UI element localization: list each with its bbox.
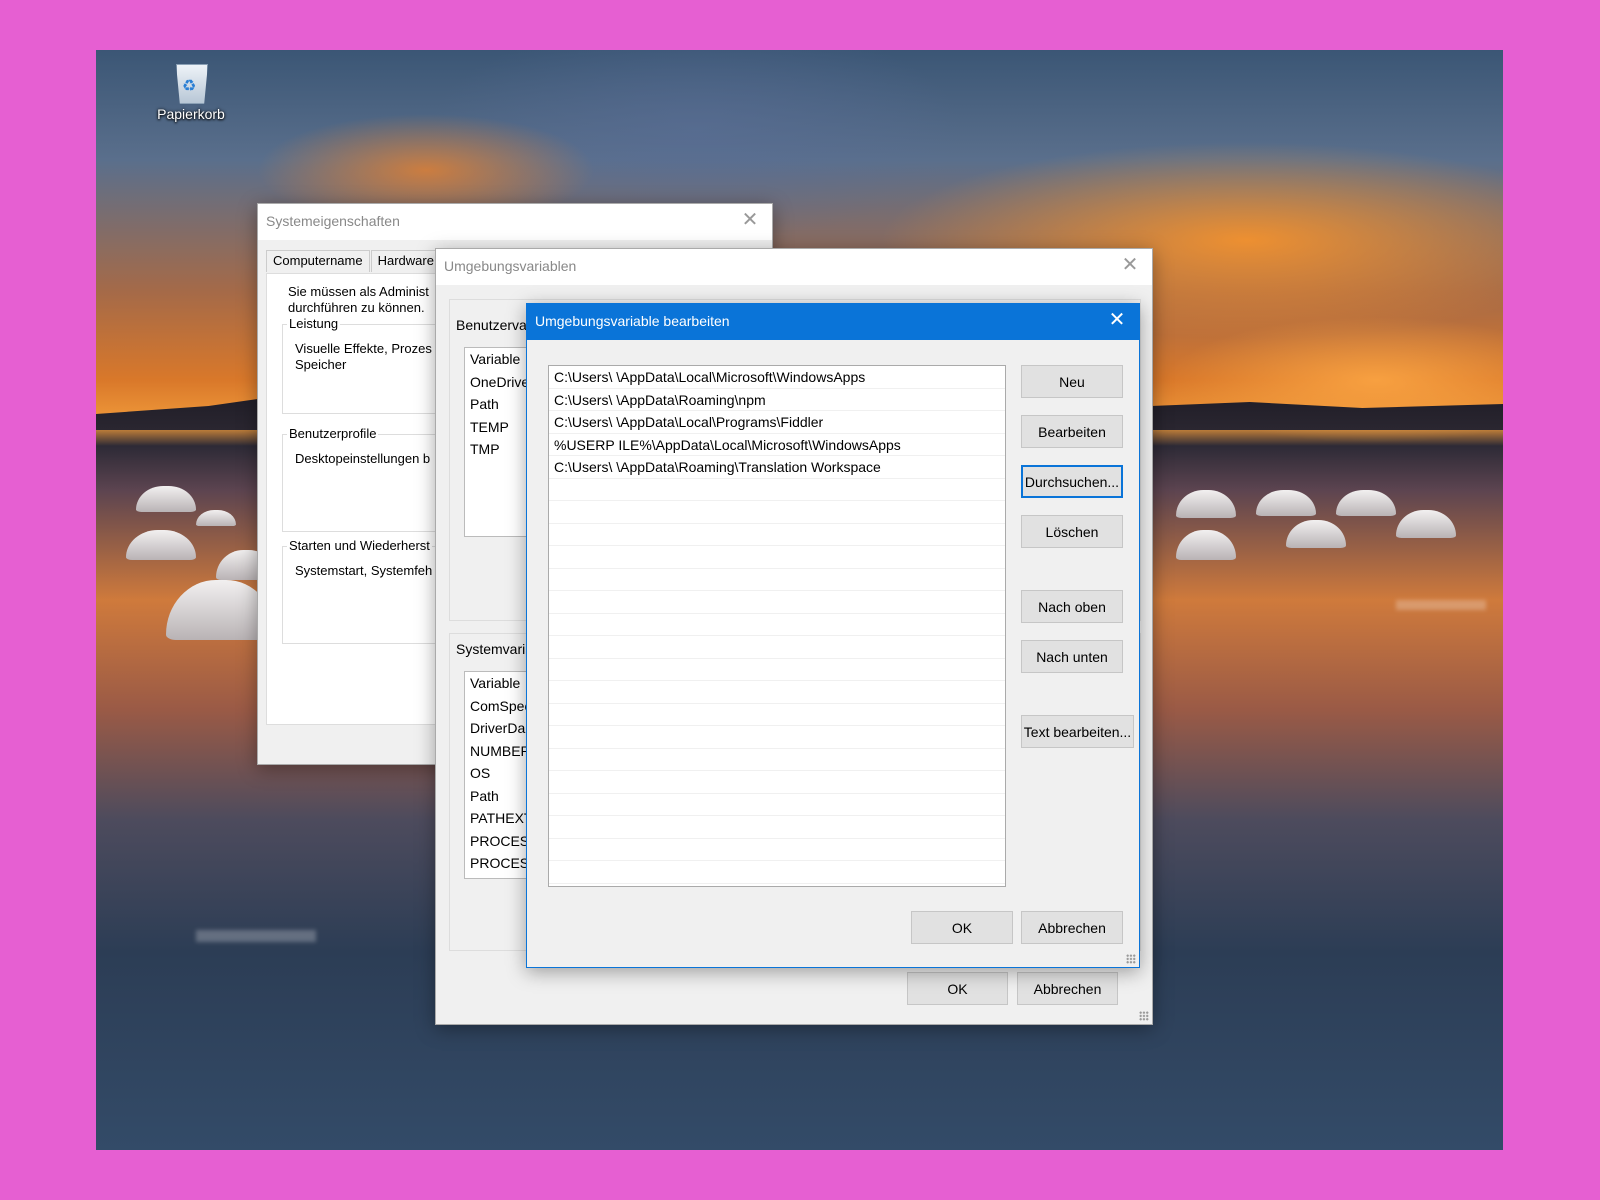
- empty-row[interactable]: [549, 479, 1005, 501]
- resize-grip-icon[interactable]: [1139, 1011, 1149, 1021]
- salt-mound: [1336, 490, 1396, 516]
- empty-row[interactable]: [549, 749, 1005, 771]
- tab-bar: Computername Hardware: [266, 250, 442, 272]
- salt-mound: [196, 510, 236, 526]
- title-bar: Systemeigenschaften ✕: [258, 204, 772, 240]
- path-entries-list[interactable]: C:\Users\ \AppData\Local\Microsoft\Windo…: [548, 365, 1006, 887]
- window-title: Systemeigenschaften: [266, 213, 400, 229]
- admin-note: Sie müssen als Administ: [288, 284, 429, 299]
- title-bar: Umgebungsvariablen ✕: [436, 249, 1152, 285]
- move-up-button[interactable]: Nach oben: [1021, 590, 1123, 623]
- salt-reflection: [1396, 600, 1486, 610]
- empty-row[interactable]: [549, 704, 1005, 726]
- close-icon[interactable]: ✕: [1120, 255, 1140, 275]
- delete-button[interactable]: Löschen: [1021, 515, 1123, 548]
- empty-row[interactable]: [549, 591, 1005, 614]
- new-button[interactable]: Neu: [1021, 365, 1123, 398]
- empty-row[interactable]: [549, 839, 1005, 861]
- tab-hardware[interactable]: Hardware: [370, 250, 441, 272]
- group-text: Visuelle Effekte, Prozes: [295, 341, 432, 356]
- empty-row[interactable]: [549, 546, 1005, 569]
- ok-button[interactable]: OK: [911, 911, 1013, 944]
- salt-mound: [1286, 520, 1346, 548]
- empty-row[interactable]: [549, 636, 1005, 659]
- empty-row[interactable]: [549, 861, 1005, 884]
- browse-button[interactable]: Durchsuchen...: [1021, 465, 1123, 498]
- empty-row[interactable]: [549, 659, 1005, 681]
- empty-row[interactable]: [549, 681, 1005, 704]
- recycle-bin-icon: ♻: [170, 56, 212, 104]
- group-label: Leistung: [287, 316, 341, 331]
- title-bar: Umgebungsvariable bearbeiten ✕: [527, 304, 1139, 340]
- tab-computername[interactable]: Computername: [266, 250, 370, 272]
- admin-note: durchführen zu können.: [288, 300, 425, 315]
- salt-mound: [1176, 490, 1236, 518]
- close-icon[interactable]: ✕: [740, 210, 760, 230]
- system-vars-label: Systemvari: [456, 641, 526, 657]
- empty-row[interactable]: [549, 816, 1005, 839]
- close-icon[interactable]: ✕: [1107, 310, 1127, 330]
- group-text: Systemstart, Systemfeh: [295, 563, 433, 578]
- dialog-title: Umgebungsvariable bearbeiten: [535, 313, 730, 329]
- group-text: Speicher: [295, 357, 347, 372]
- recycle-bin-shortcut[interactable]: ♻ Papierkorb: [136, 56, 246, 122]
- recycle-bin-label: Papierkorb: [157, 106, 225, 122]
- path-entry[interactable]: C:\Users\ \AppData\Local\Programs\Fiddle…: [549, 411, 1005, 434]
- resize-grip-icon[interactable]: [1126, 954, 1136, 964]
- empty-row[interactable]: [549, 524, 1005, 546]
- cancel-button[interactable]: Abbrechen: [1017, 972, 1118, 1005]
- empty-row[interactable]: [549, 726, 1005, 749]
- path-entry[interactable]: C:\Users\ \AppData\Roaming\npm: [549, 389, 1005, 411]
- salt-mound: [136, 486, 196, 512]
- move-down-button[interactable]: Nach unten: [1021, 640, 1123, 673]
- empty-row[interactable]: [549, 501, 1005, 524]
- edit-environment-variable-dialog: Umgebungsvariable bearbeiten ✕ C:\Users\…: [526, 303, 1140, 968]
- salt-mound: [1256, 490, 1316, 516]
- group-text: Desktopeinstellungen b: [295, 451, 431, 466]
- salt-reflection: [196, 930, 316, 942]
- group-label: Starten und Wiederherst: [287, 538, 432, 553]
- path-entry[interactable]: %USERP ILE%\AppData\Local\Microsoft\Wind…: [549, 434, 1005, 456]
- path-entry[interactable]: C:\Users\ \AppData\Roaming\Translation W…: [549, 456, 1005, 479]
- user-vars-label: Benutzerva: [456, 317, 527, 333]
- ok-button[interactable]: OK: [907, 972, 1008, 1005]
- empty-row[interactable]: [549, 771, 1005, 794]
- salt-mound: [1396, 510, 1456, 538]
- salt-mound: [126, 530, 196, 560]
- edit-text-button[interactable]: Text bearbeiten...: [1021, 715, 1134, 748]
- group-label: Benutzerprofile: [287, 426, 379, 441]
- window-title: Umgebungsvariablen: [444, 258, 577, 274]
- path-entry[interactable]: C:\Users\ \AppData\Local\Microsoft\Windo…: [549, 366, 1005, 389]
- empty-row[interactable]: [549, 569, 1005, 591]
- salt-mound: [1176, 530, 1236, 560]
- edit-button[interactable]: Bearbeiten: [1021, 415, 1123, 448]
- empty-row[interactable]: [549, 614, 1005, 636]
- empty-row[interactable]: [549, 794, 1005, 816]
- cancel-button[interactable]: Abbrechen: [1021, 911, 1123, 944]
